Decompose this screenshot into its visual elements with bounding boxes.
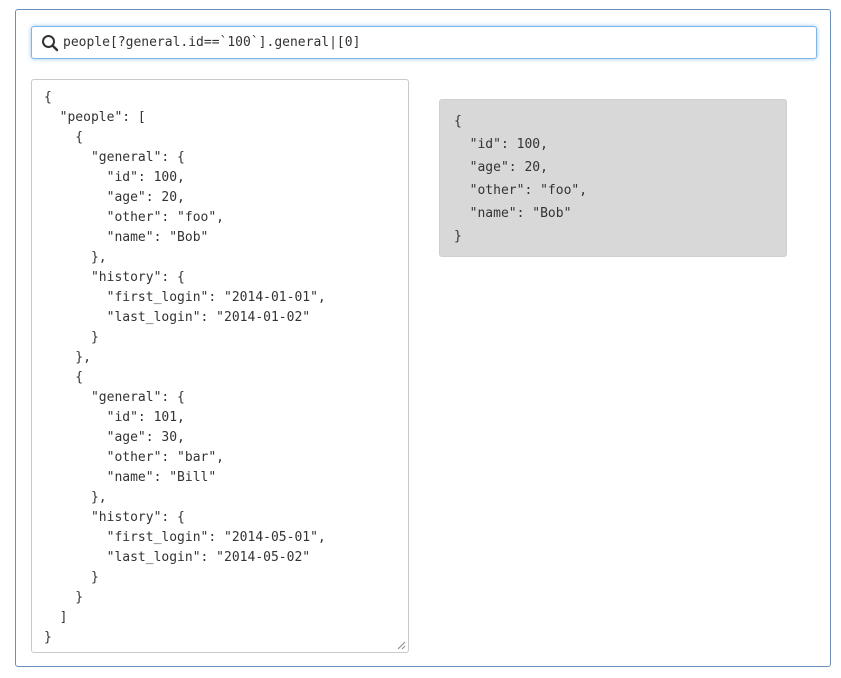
source-json-content[interactable]: { "people": [ { "general": { "id": 100, … — [32, 80, 408, 648]
result-output: { "id": 100, "age": 20, "other": "foo", … — [439, 99, 787, 257]
search-icon — [40, 33, 60, 53]
source-json-textarea[interactable]: { "people": [ { "general": { "id": 100, … — [31, 79, 409, 653]
result-json-content: { "id": 100, "age": 20, "other": "foo", … — [454, 114, 588, 244]
expression-input[interactable] — [63, 32, 783, 53]
resize-handle-icon[interactable] — [397, 641, 406, 650]
search-box[interactable] — [31, 26, 817, 59]
jmespath-demo-panel: { "people": [ { "general": { "id": 100, … — [15, 9, 831, 667]
